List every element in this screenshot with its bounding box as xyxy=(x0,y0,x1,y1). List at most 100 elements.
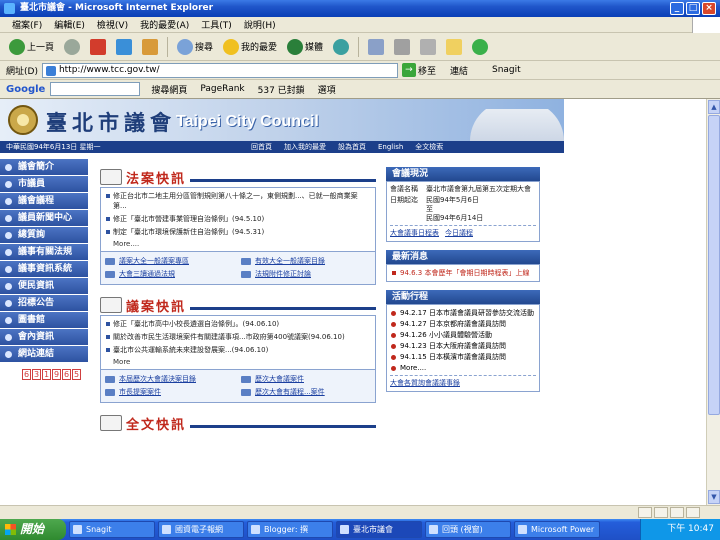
event-item[interactable]: 94.1.15 日本橫濱市議會議員訪問 xyxy=(390,352,536,362)
start-button[interactable]: 開始 xyxy=(0,519,66,540)
edit-icon xyxy=(420,38,437,55)
mail-button[interactable] xyxy=(365,36,387,58)
laws-more-link[interactable]: More.... xyxy=(105,240,371,248)
list-item[interactable]: 制定「臺北市環境保護新住自治條例」(94.5.31) xyxy=(105,227,371,237)
scroll-up-icon[interactable]: ▲ xyxy=(708,100,720,114)
quick-link[interactable]: 有效大全一般議案目錄 xyxy=(241,256,371,267)
quick-link[interactable]: 議案大全一般議案專區 xyxy=(105,256,235,267)
nav-set-homepage-link[interactable]: 設為首頁 xyxy=(338,141,366,153)
quick-link[interactable]: 本屆歷次大會議決案目錄 xyxy=(105,374,235,385)
list-item[interactable]: 關於改善市民生活環境案件有關建議事項...市政府第400號議案(94.06.10… xyxy=(105,332,371,342)
quick-link[interactable]: 市長提案案件 xyxy=(105,387,235,398)
taskbar-item-blogger[interactable]: Blogger: 撰 xyxy=(247,521,333,538)
close-button[interactable]: × xyxy=(702,2,716,15)
sidebar-item-intro[interactable]: 議會簡介 xyxy=(0,159,88,176)
taskbar-item-snagit[interactable]: Snagit xyxy=(69,521,155,538)
list-item[interactable]: 臺北市公共運輸系統未來建設發展案...(94.06.10) xyxy=(105,345,371,355)
menu-help[interactable]: 說明(H) xyxy=(244,18,276,31)
event-item[interactable]: 94.1.26 小小議員體驗營活動 xyxy=(390,330,536,340)
scroll-down-icon[interactable]: ▼ xyxy=(708,490,720,504)
vertical-scrollbar[interactable]: ▲ ▼ xyxy=(706,99,720,505)
clock[interactable]: 下午 10:47 xyxy=(667,524,714,534)
event-item[interactable]: 94.1.23 日本大阪府議會議員訪問 xyxy=(390,341,536,351)
nav-fulltext-search-link[interactable]: 全文檢索 xyxy=(415,141,443,153)
media-button[interactable]: 媒體 xyxy=(284,36,326,58)
sidebar-item-library[interactable]: 圖書館 xyxy=(0,312,88,329)
sidebar-item-internal[interactable]: 會內資訊 xyxy=(0,329,88,346)
taskbar-item-window[interactable]: 回頭 (視窗) xyxy=(425,521,511,538)
snagit-button[interactable]: Snagit xyxy=(492,65,521,75)
go-button[interactable]: → 移至 xyxy=(401,63,436,77)
list-item[interactable]: 修正「臺北市高中小校長遴選自治條例」。(94.06.10) xyxy=(105,319,371,329)
ie-icon xyxy=(4,3,15,14)
taskbar-item-newsletter[interactable]: 國資電子報網 xyxy=(158,521,244,538)
google-logo[interactable]: Google xyxy=(6,84,45,95)
sidebar-item-interpellation[interactable]: 總質詢 xyxy=(0,227,88,244)
nav-add-favorite-link[interactable]: 加入我的最愛 xyxy=(284,141,326,153)
nav-english-link[interactable]: English xyxy=(378,141,403,153)
folder-button[interactable] xyxy=(443,36,465,58)
quick-link[interactable]: 大會三讀通過法規 xyxy=(105,269,235,280)
laws-news-box: 修正台北市二地主用分區管制規則第八十條之一，東側規劃...、已就一般商業案第..… xyxy=(100,187,376,252)
folder-icon xyxy=(446,38,463,55)
meeting-records-link[interactable]: 大會各質詢會議議事錄 xyxy=(390,378,460,388)
favorites-button[interactable]: 我的最愛 xyxy=(220,36,280,58)
section-rule xyxy=(190,424,376,428)
menu-view[interactable]: 檢視(V) xyxy=(97,18,128,31)
sidebar-item-links[interactable]: 網站連結 xyxy=(0,346,88,363)
list-item[interactable]: 修正台北市二地主用分區管制規則第八十條之一，東側規劃...、已就一般商業案第..… xyxy=(105,191,371,211)
maximize-button[interactable]: □ xyxy=(686,2,700,15)
quick-link[interactable]: 法規附件修正討論 xyxy=(241,269,371,280)
menu-edit[interactable]: 編輯(E) xyxy=(54,18,85,31)
taskbar-item-powerpoint[interactable]: Microsoft Power xyxy=(514,521,600,538)
forward-button[interactable] xyxy=(61,36,83,58)
address-input[interactable]: http://www.tcc.gov.tw/ xyxy=(41,62,398,78)
home-button[interactable] xyxy=(139,36,161,58)
sidebar-item-regulations[interactable]: 議事有關法規 xyxy=(0,244,88,261)
system-tray: 下午 10:47 xyxy=(640,519,720,540)
minimize-button[interactable]: _ xyxy=(670,2,684,15)
latest-news-item[interactable]: 94.6.3 本會歷年「會期日期時程表」上線 xyxy=(390,268,536,278)
google-search-input[interactable] xyxy=(50,82,141,96)
search-icon xyxy=(177,38,194,55)
quick-link[interactable]: 歷次大會有議程...案件 xyxy=(241,387,371,398)
proposals-news-box: 修正「臺北市高中小校長遴選自治條例」。(94.06.10) 關於改善市民生活環境… xyxy=(100,315,376,370)
today-agenda-link[interactable]: 今日議程 xyxy=(445,228,473,238)
window-title-bar[interactable]: 臺北市議會 - Microsoft Internet Explorer _ □ … xyxy=(0,0,720,17)
events-more-link[interactable]: More.... xyxy=(390,363,536,373)
event-item[interactable]: 94.2.17 日本市議會議員研習參訪交流活動 xyxy=(390,308,536,318)
print-button[interactable] xyxy=(391,36,413,58)
sidebar-item-councilors[interactable]: 市議員 xyxy=(0,176,88,193)
messenger-button[interactable] xyxy=(469,36,491,58)
google-toolbar: Google 搜尋網頁 PageRank 537 已封鎖 選項 xyxy=(0,80,720,99)
refresh-button[interactable] xyxy=(113,36,135,58)
event-item[interactable]: 94.1.27 日本京都府議會議員訪問 xyxy=(390,319,536,329)
sidebar-item-news-center[interactable]: 議員新聞中心 xyxy=(0,210,88,227)
proposals-more-link[interactable]: More xyxy=(105,358,371,366)
taskbar-item-council[interactable]: 臺北市議會 xyxy=(336,521,422,538)
scroll-thumb[interactable] xyxy=(708,115,720,415)
menu-file[interactable]: 檔案(F) xyxy=(12,18,42,31)
sidebar-item-agenda[interactable]: 議會議程 xyxy=(0,193,88,210)
menu-tools[interactable]: 工具(T) xyxy=(201,18,232,31)
list-item[interactable]: 修正「臺北市營建事業管理自治條例」(94.5.10) xyxy=(105,214,371,224)
sidebar-item-info-system[interactable]: 議事資訊系統 xyxy=(0,261,88,278)
agenda-schedule-link[interactable]: 大會議事日程表 xyxy=(390,228,439,238)
sidebar-item-public-info[interactable]: 便民資訊 xyxy=(0,278,88,295)
stop-button[interactable] xyxy=(87,36,109,58)
sidebar-item-tenders[interactable]: 招標公告 xyxy=(0,295,88,312)
meeting-name-value: 臺北市議會第九屆第五次定期大會 xyxy=(426,185,531,193)
window-title: 臺北市議會 - Microsoft Internet Explorer xyxy=(20,3,214,13)
history-button[interactable] xyxy=(330,36,352,58)
back-button[interactable]: 上一頁 xyxy=(6,36,57,58)
quick-link[interactable]: 歷次大會議案件 xyxy=(241,374,371,385)
search-web-button[interactable]: 搜尋網頁 xyxy=(151,83,187,96)
google-options-button[interactable]: 選項 xyxy=(318,83,336,96)
popup-blocker-button[interactable]: 537 已封鎖 xyxy=(258,83,305,96)
menu-favorites[interactable]: 我的最愛(A) xyxy=(140,18,189,31)
toolbar: 上一頁 搜尋 我的最愛 媒體 xyxy=(0,33,720,61)
edit-button[interactable] xyxy=(417,36,439,58)
nav-home-link[interactable]: 回首頁 xyxy=(251,141,272,153)
search-button[interactable]: 搜尋 xyxy=(174,36,216,58)
links-button[interactable]: 連結 xyxy=(450,64,468,77)
